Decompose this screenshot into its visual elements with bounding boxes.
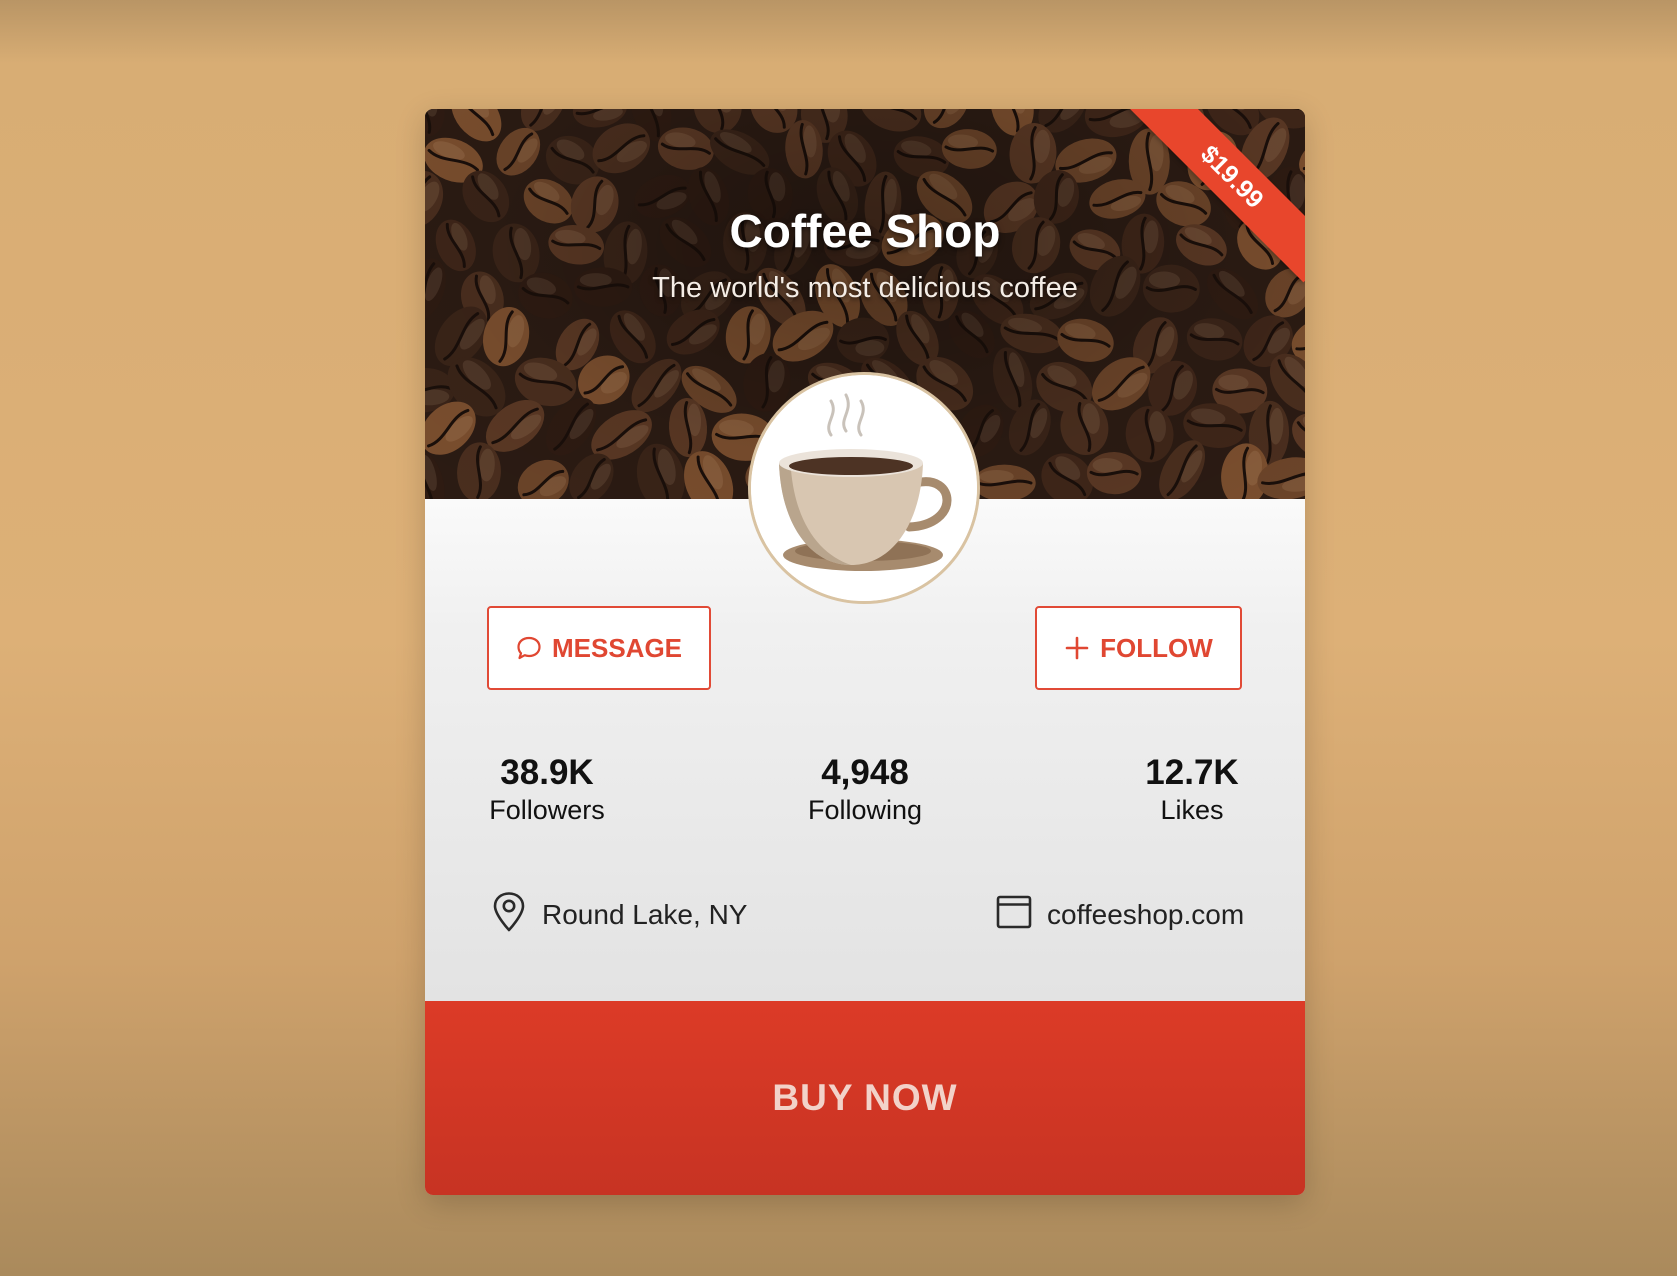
- follow-button[interactable]: FOLLOW: [1035, 606, 1242, 690]
- following-label: Following: [807, 794, 923, 825]
- location-text: Round Lake, NY: [542, 899, 748, 930]
- stat-likes: 12.7K Likes: [1142, 753, 1242, 826]
- message-button[interactable]: MESSAGE: [487, 606, 711, 690]
- likes-label: Likes: [1160, 794, 1224, 825]
- stat-followers: 38.9K Followers: [487, 753, 607, 826]
- profile-card: Coffee Shop The world's most delicious c…: [425, 109, 1305, 1195]
- followers-label: Followers: [489, 794, 605, 825]
- chat-bubble-icon: [516, 635, 542, 661]
- shop-title: Coffee Shop: [729, 205, 1001, 257]
- buy-now-label: BUY NOW: [772, 1077, 958, 1118]
- stat-following: 4,948 Following: [803, 753, 927, 826]
- browser-window-icon: [995, 893, 1033, 938]
- website-link[interactable]: coffeeshop.com: [1047, 899, 1244, 931]
- followers-count: 38.9K: [500, 753, 594, 792]
- shop-subtitle: The world's most delicious coffee: [652, 272, 1078, 304]
- likes-count: 12.7K: [1145, 753, 1239, 792]
- map-pin-icon: [490, 891, 528, 940]
- website-info[interactable]: coffeeshop.com: [995, 893, 1244, 937]
- following-count: 4,948: [821, 753, 909, 792]
- avatar: [748, 372, 980, 604]
- location-info: Round Lake, NY: [490, 891, 748, 940]
- buy-now-button[interactable]: BUY NOW: [425, 1001, 1305, 1195]
- plus-icon: [1064, 635, 1090, 661]
- coffee-cup-icon: [751, 375, 977, 601]
- message-label: MESSAGE: [551, 632, 683, 663]
- follow-label: FOLLOW: [1100, 632, 1213, 663]
